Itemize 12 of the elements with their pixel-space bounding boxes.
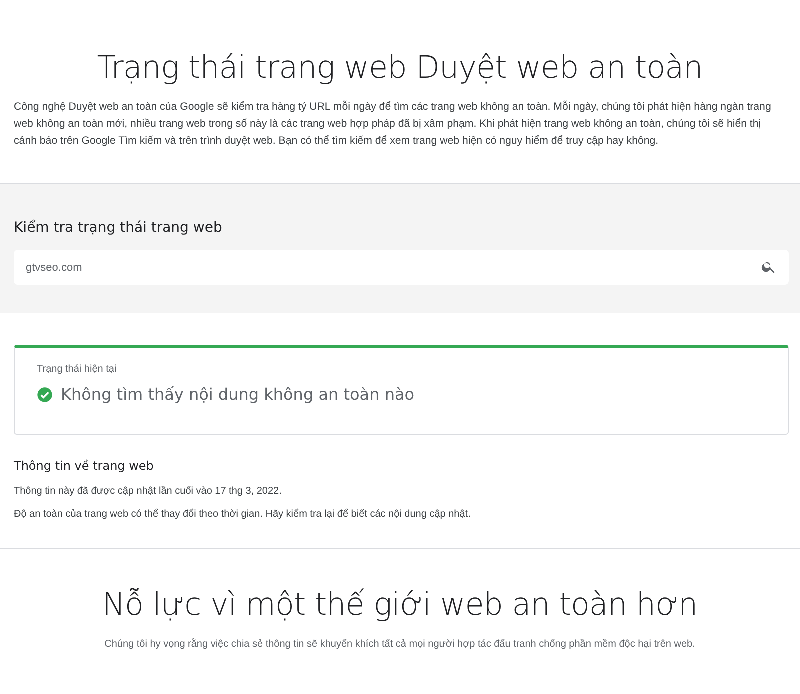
check-circle-icon [37, 386, 53, 402]
status-message: Không tìm thấy nội dung không an toàn nào [61, 385, 415, 404]
section-title: Nỗ lực vì một thế giới web an toàn hơn [101, 587, 699, 623]
footer-paragraph: Chúng tôi hy vọng rằng việc chia sẻ thông tin sẽ khuyến khích tất cả mọi người hợp tác đấu tranh chống phần mềm độc hại trên web. [104, 639, 696, 650]
section-heading: Kiểm tra trạng thái trang web [14, 220, 224, 236]
info-text: Độ an toàn của trang web có thể thay đổi theo thời gian. Hãy kiểm tra lại để biết các nội dung cập nhật. [14, 509, 472, 520]
status-label: Trạng thái hiện tại [37, 364, 118, 375]
search-field[interactable]: gtvseo.com [14, 250, 789, 285]
info-text: Thông tin này đã được cập nhật lần cuối vào 17 thg 3, 2022. [14, 486, 283, 497]
page-title: Trạng thái trang web Duyệt web an toàn [96, 50, 704, 86]
section-heading: Thông tin về trang web [14, 459, 155, 473]
intro-paragraph: Công nghệ Duyệt web an toàn của Google sẽ kiểm tra hàng tỷ URL mỗi ngày để tìm các trang web không an toàn. Mỗi ngày, chúng tôi phát hiện hàng ngàn trang web không an toàn mới, nhiều trang web trong số này là các trang web hợp pháp đã bị xâm phạm. Khi phát hiện trang web không an toàn, chúng tôi sẽ hiển thị cảnh báo trên Google Tìm kiếm và trên trình duyệt web. Bạn có thể tìm kiếm để xem trang web hiện có nguy hiểm để truy cập hay không. [14, 100, 772, 149]
